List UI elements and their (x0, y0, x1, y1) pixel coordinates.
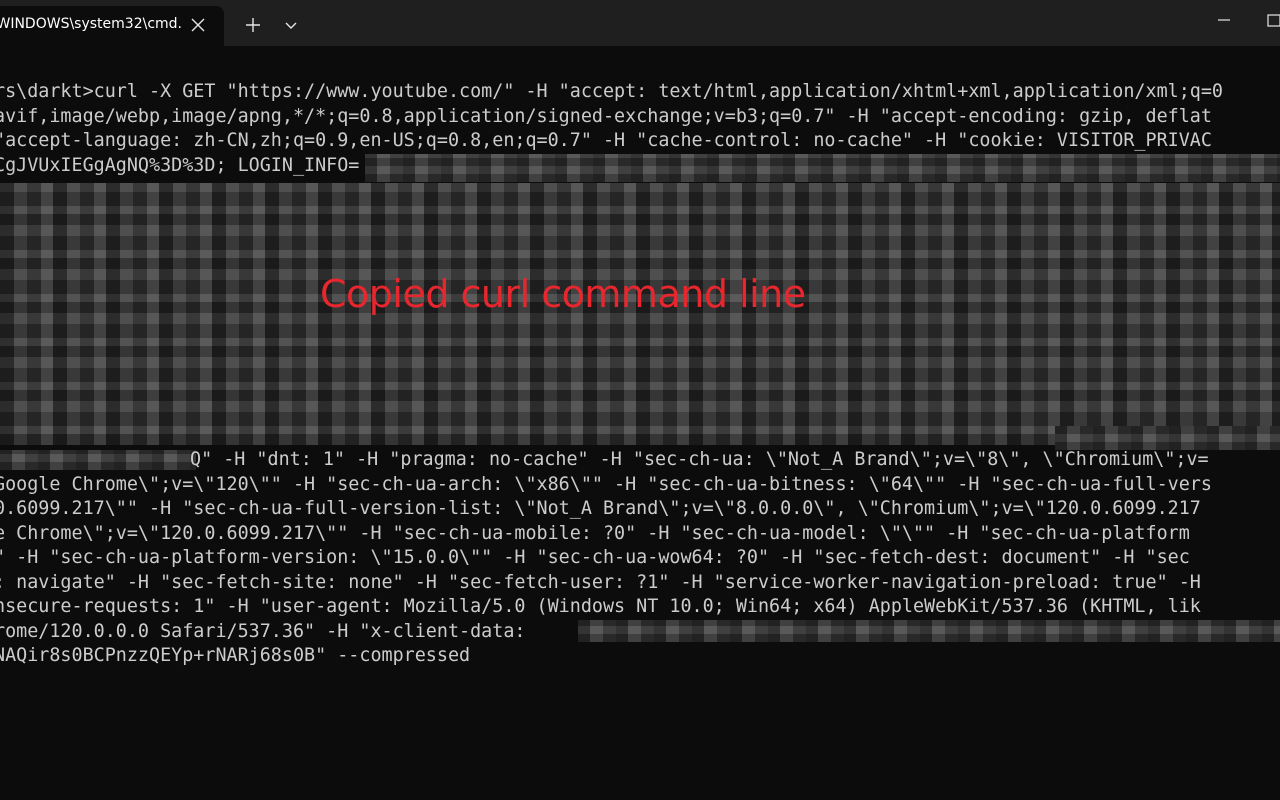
redacted-region (578, 620, 1280, 642)
redacted-region (1055, 426, 1280, 450)
minimize-icon (1218, 19, 1230, 21)
redacted-region (365, 154, 1280, 182)
terminal-line: Google Chrome\";v=\"120\"" -H "sec-ch-ua… (0, 473, 1212, 495)
maximize-button[interactable] (1264, 10, 1280, 32)
new-tab-button[interactable] (240, 12, 266, 38)
terminal-line: avif,image/webp,image/apng,*/*;q=0.8,app… (0, 105, 1212, 127)
maximize-icon (1267, 14, 1280, 27)
terminal-output[interactable]: rs\darkt>curl -X GET "https://www.youtub… (0, 46, 1280, 800)
terminal-line: NAQir8s0BCPnzzQEYp+rNARj68s0B" --compres… (0, 645, 471, 666)
terminal-line: rs\darkt>curl -X GET "https://www.youtub… (0, 81, 1224, 102)
terminal-line: rome/120.0.0.0 Safari/537.36" -H "x-clie… (0, 620, 537, 642)
chevron-down-icon (285, 22, 297, 29)
title-bar: C:\WINDOWS\system32\cmd. (0, 0, 1280, 46)
terminal-line: 0.6099.217\"" -H "sec-ch-ua-full-version… (0, 498, 1201, 519)
annotation-label: Copied curl command line (320, 272, 806, 316)
terminal-line: Q" -H "dnt: 1" -H "pragma: no-cache" -H … (190, 449, 1209, 470)
close-icon (191, 18, 205, 32)
terminal-line: " -H "sec-ch-ua-platform-version: \"15.0… (0, 547, 1190, 568)
tab-dropdown-button[interactable] (280, 14, 302, 36)
minimize-button[interactable] (1210, 10, 1238, 32)
close-tab-button[interactable] (188, 15, 208, 35)
terminal-line: "accept-language: zh-CN,zh;q=0.9,en-US;q… (0, 130, 1212, 151)
tab-title: C:\WINDOWS\system32\cmd. (0, 16, 182, 32)
terminal-line: nsecure-requests: 1" -H "user-agent: Moz… (0, 596, 1201, 617)
plus-icon (246, 18, 260, 32)
tab-cmd[interactable]: C:\WINDOWS\system32\cmd. (0, 6, 224, 46)
terminal-line: : navigate" -H "sec-fetch-site: none" -H… (0, 571, 1201, 593)
terminal-line: e Chrome\";v=\"120.0.6099.217\"" -H "sec… (0, 522, 1190, 544)
terminal-line: CgJVUxIEGgAgNQ%3D%3D; LOGIN_INFO= (0, 154, 360, 176)
redacted-region (0, 450, 196, 470)
